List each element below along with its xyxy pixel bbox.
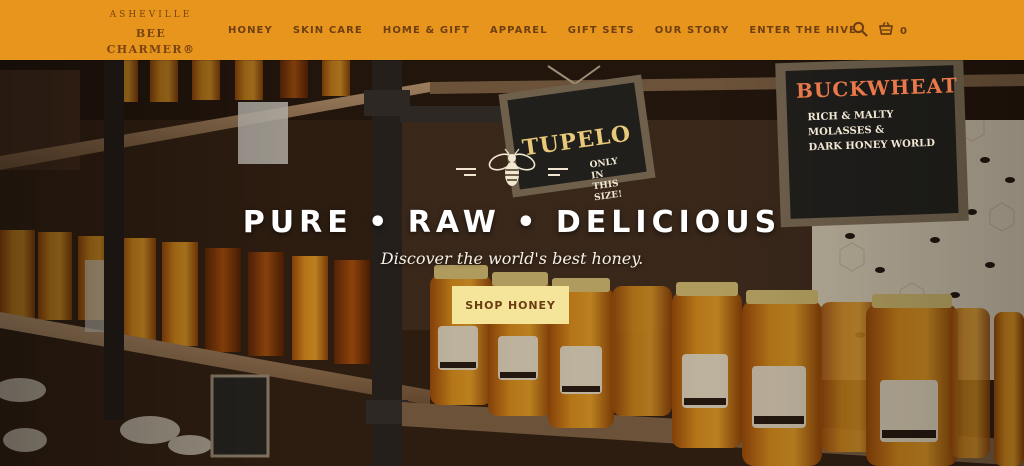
nav-item-enter-the-hive[interactable]: ENTER THE HIVE [749, 25, 857, 36]
nav-item-apparel[interactable]: APPAREL [490, 25, 548, 36]
hero-headline: PURE • RAW • DELICIOUS [242, 205, 782, 240]
bee-divider-left [456, 168, 476, 170]
shop-honey-button[interactable]: SHOP HONEY [452, 286, 569, 324]
hero-subline: Discover the world's best honey. [380, 249, 644, 268]
brand-logo[interactable]: ASHEVILLE BEE CHARMER® [96, 7, 206, 56]
nav-item-skin-care[interactable]: SKIN CARE [293, 25, 363, 36]
cart-count[interactable]: 0 [900, 26, 907, 37]
bee-divider-left-short [464, 174, 476, 176]
cart-icon[interactable] [878, 21, 894, 42]
nav-item-home-gift[interactable]: HOME & GIFT [383, 25, 470, 36]
search-icon[interactable] [852, 21, 868, 42]
nav-item-honey[interactable]: HONEY [228, 25, 273, 36]
main-nav: HONEY SKIN CARE HOME & GIFT APPAREL GIFT… [218, 0, 867, 60]
bee-divider-right [548, 168, 568, 170]
bee-divider-right-short [548, 174, 560, 176]
nav-item-our-story[interactable]: OUR STORY [655, 25, 730, 36]
bee-icon [486, 148, 538, 197]
hero-content: PURE • RAW • DELICIOUS Discover the worl… [0, 60, 1024, 466]
header-tools: 0 [852, 20, 907, 42]
site-header: ASHEVILLE BEE CHARMER® HONEY SKIN CARE H… [0, 0, 1024, 60]
logo-top-text: ASHEVILLE [109, 10, 193, 20]
hero-banner: TUPELO ONLY IN THIS SIZE! BUCKWHEAT RICH… [0, 60, 1024, 466]
logo-main-text: BEE CHARMER® [106, 27, 196, 56]
nav-item-gift-sets[interactable]: GIFT SETS [568, 25, 635, 36]
